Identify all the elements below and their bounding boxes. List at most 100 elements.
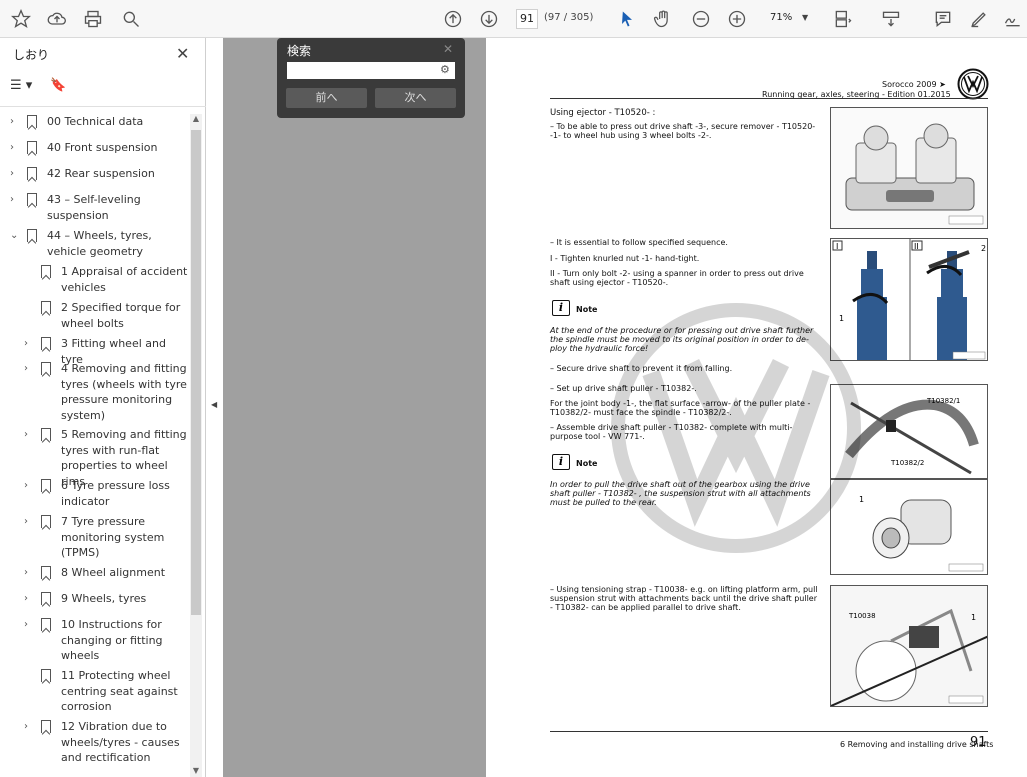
- figure-strap-image: T10038 1: [830, 585, 988, 707]
- note-label: Note: [576, 305, 598, 314]
- bookmark-item[interactable]: › 7 Tyre pressure monitoring system (TPMS…: [0, 514, 188, 562]
- chevron-down-icon[interactable]: ⌄: [10, 228, 20, 244]
- chevron-right-icon[interactable]: ›: [24, 719, 34, 735]
- bookmark-label: 9 Wheels, tyres: [61, 592, 147, 605]
- comment-icon[interactable]: [930, 6, 956, 32]
- section-heading: Using ejector - T10520- :: [550, 108, 656, 118]
- scroll-thumb[interactable]: [191, 130, 201, 615]
- svg-text:1: 1: [971, 613, 976, 622]
- bookmark-label: 2 Specified torque for wheel bolts: [61, 301, 181, 330]
- search-next-button[interactable]: 次へ: [375, 88, 456, 108]
- bookmark-label: 44 – Wheels, tyres, vehicle geometry: [47, 229, 152, 258]
- bookmark-label: 1 Appraisal of accident vehicles: [61, 265, 188, 294]
- zoom-in-icon[interactable]: [724, 6, 750, 32]
- search-input[interactable]: [287, 62, 455, 79]
- search-zoom-icon[interactable]: [118, 6, 144, 32]
- bookmark-icon: [41, 618, 51, 631]
- bookmark-label: 4 Removing and fitting tyres (wheels wit…: [61, 362, 187, 422]
- gear-icon[interactable]: ⚙: [440, 63, 450, 76]
- page-total: (97 / 305): [544, 12, 594, 23]
- svg-text:I: I: [836, 242, 838, 251]
- bookmark-item[interactable]: ⌄ 44 – Wheels, tyres, vehicle geometry: [0, 228, 188, 260]
- chevron-right-icon[interactable]: ›: [10, 140, 20, 156]
- figure-callout: T10382/1: [926, 397, 960, 405]
- collapse-panel-icon[interactable]: ◀: [211, 400, 217, 409]
- bookmark-search-icon[interactable]: 🔖: [50, 78, 66, 93]
- page-layout-icon[interactable]: [830, 6, 856, 32]
- next-page-icon[interactable]: [476, 6, 502, 32]
- bookmark-icon: [41, 720, 51, 733]
- options-menu-icon[interactable]: ☰ ▾: [10, 78, 32, 93]
- chevron-right-icon[interactable]: ›: [24, 617, 34, 633]
- note-icon: i: [552, 300, 570, 316]
- bookmark-icon: [27, 229, 37, 242]
- zoom-level[interactable]: 71%: [770, 12, 792, 23]
- bookmark-item[interactable]: › 12 Vibration due to wheels/tyres - caus…: [0, 719, 188, 767]
- bookmark-item[interactable]: 2 Specified torque for wheel bolts: [0, 300, 188, 332]
- bookmark-icon: [41, 479, 51, 492]
- bookmark-item[interactable]: › 6 Tyre pressure loss indicator: [0, 478, 188, 510]
- svg-text:II: II: [914, 242, 919, 251]
- svg-text:2: 2: [981, 244, 986, 253]
- bookmark-item[interactable]: 11 Protecting wheel centring seat agains…: [0, 668, 188, 716]
- bookmark-icon: [41, 337, 51, 350]
- chevron-right-icon[interactable]: ›: [10, 166, 20, 182]
- scroll-up-icon[interactable]: ▲: [190, 114, 202, 123]
- bookmark-item[interactable]: 1 Appraisal of accident vehicles: [0, 264, 188, 296]
- bookmark-icon: [41, 592, 51, 605]
- scroll-down-icon[interactable]: ▼: [190, 766, 202, 775]
- bookmark-item[interactable]: › 3 Fitting wheel and tyre: [0, 336, 188, 366]
- main-toolbar: 91 (97 / 305) 71% ▼: [0, 0, 1027, 38]
- print-icon[interactable]: [80, 6, 106, 32]
- bookmark-item[interactable]: › 8 Wheel alignment: [0, 565, 188, 581]
- bookmark-item[interactable]: › 00 Technical data: [0, 114, 188, 130]
- chevron-right-icon[interactable]: ›: [24, 336, 34, 352]
- bookmark-icon: [41, 428, 51, 441]
- hand-tool-icon[interactable]: [650, 6, 676, 32]
- bookmark-item[interactable]: › 42 Rear suspension: [0, 166, 188, 182]
- figure-callout: T10038: [848, 612, 876, 620]
- bookmark-icon: [41, 515, 51, 528]
- bookmark-icon: [41, 301, 51, 314]
- upload-icon[interactable]: [44, 6, 70, 32]
- prev-page-icon[interactable]: [440, 6, 466, 32]
- chevron-right-icon[interactable]: ›: [24, 591, 34, 607]
- sign-icon[interactable]: [1000, 6, 1026, 32]
- bookmark-label: 10 Instructions for changing or fitting …: [61, 618, 163, 662]
- scroll-mode-icon[interactable]: [878, 6, 904, 32]
- chevron-right-icon[interactable]: ›: [24, 427, 34, 443]
- chevron-down-icon[interactable]: ▼: [802, 13, 808, 22]
- bookmark-icon: [41, 362, 51, 375]
- bookmark-label: 6 Tyre pressure loss indicator: [61, 479, 170, 508]
- bookmark-item[interactable]: › 10 Instructions for changing or fitting…: [0, 617, 188, 665]
- panel-splitter[interactable]: ◀: [207, 38, 223, 777]
- bookmark-icon: [27, 193, 37, 206]
- select-cursor-icon[interactable]: [614, 6, 640, 32]
- chevron-right-icon[interactable]: ›: [24, 514, 34, 530]
- bookmark-item[interactable]: › 40 Front suspension: [0, 140, 188, 156]
- bookmark-item[interactable]: › 43 – Self-leveling suspension: [0, 192, 188, 224]
- bookmark-label: 40 Front suspension: [47, 141, 158, 154]
- page-number-input[interactable]: 91: [516, 9, 538, 29]
- pen-icon[interactable]: [966, 6, 992, 32]
- pdf-page: Sorocco 2009 ➤ Running gear, axles, stee…: [486, 38, 1027, 777]
- bookmark-label: 00 Technical data: [47, 115, 144, 128]
- chevron-right-icon[interactable]: ›: [24, 565, 34, 581]
- search-prev-button[interactable]: 前へ: [286, 88, 367, 108]
- bookmark-icon: [41, 265, 51, 278]
- bookmark-item[interactable]: › 9 Wheels, tyres: [0, 591, 188, 607]
- chevron-right-icon[interactable]: ›: [24, 361, 34, 377]
- chevron-right-icon[interactable]: ›: [24, 478, 34, 494]
- bookmark-item[interactable]: › 4 Removing and fitting tyres (wheels wi…: [0, 361, 188, 425]
- bookmark-label: 7 Tyre pressure monitoring system (TPMS): [61, 515, 165, 559]
- bookmark-label: 43 – Self-leveling suspension: [47, 193, 141, 222]
- close-icon[interactable]: ✕: [443, 42, 453, 56]
- bookmark-item[interactable]: › 5 Removing and fitting tyres with run-f…: [0, 427, 188, 488]
- bookmark-star-icon[interactable]: [8, 6, 34, 32]
- sidebar-scrollbar[interactable]: ▲ ▼: [190, 114, 202, 777]
- zoom-out-icon[interactable]: [688, 6, 714, 32]
- close-icon[interactable]: ✕: [176, 44, 189, 63]
- chevron-right-icon[interactable]: ›: [10, 192, 20, 208]
- chevron-right-icon[interactable]: ›: [10, 114, 20, 130]
- step-text: – To be able to press out drive shaft -3…: [550, 122, 816, 140]
